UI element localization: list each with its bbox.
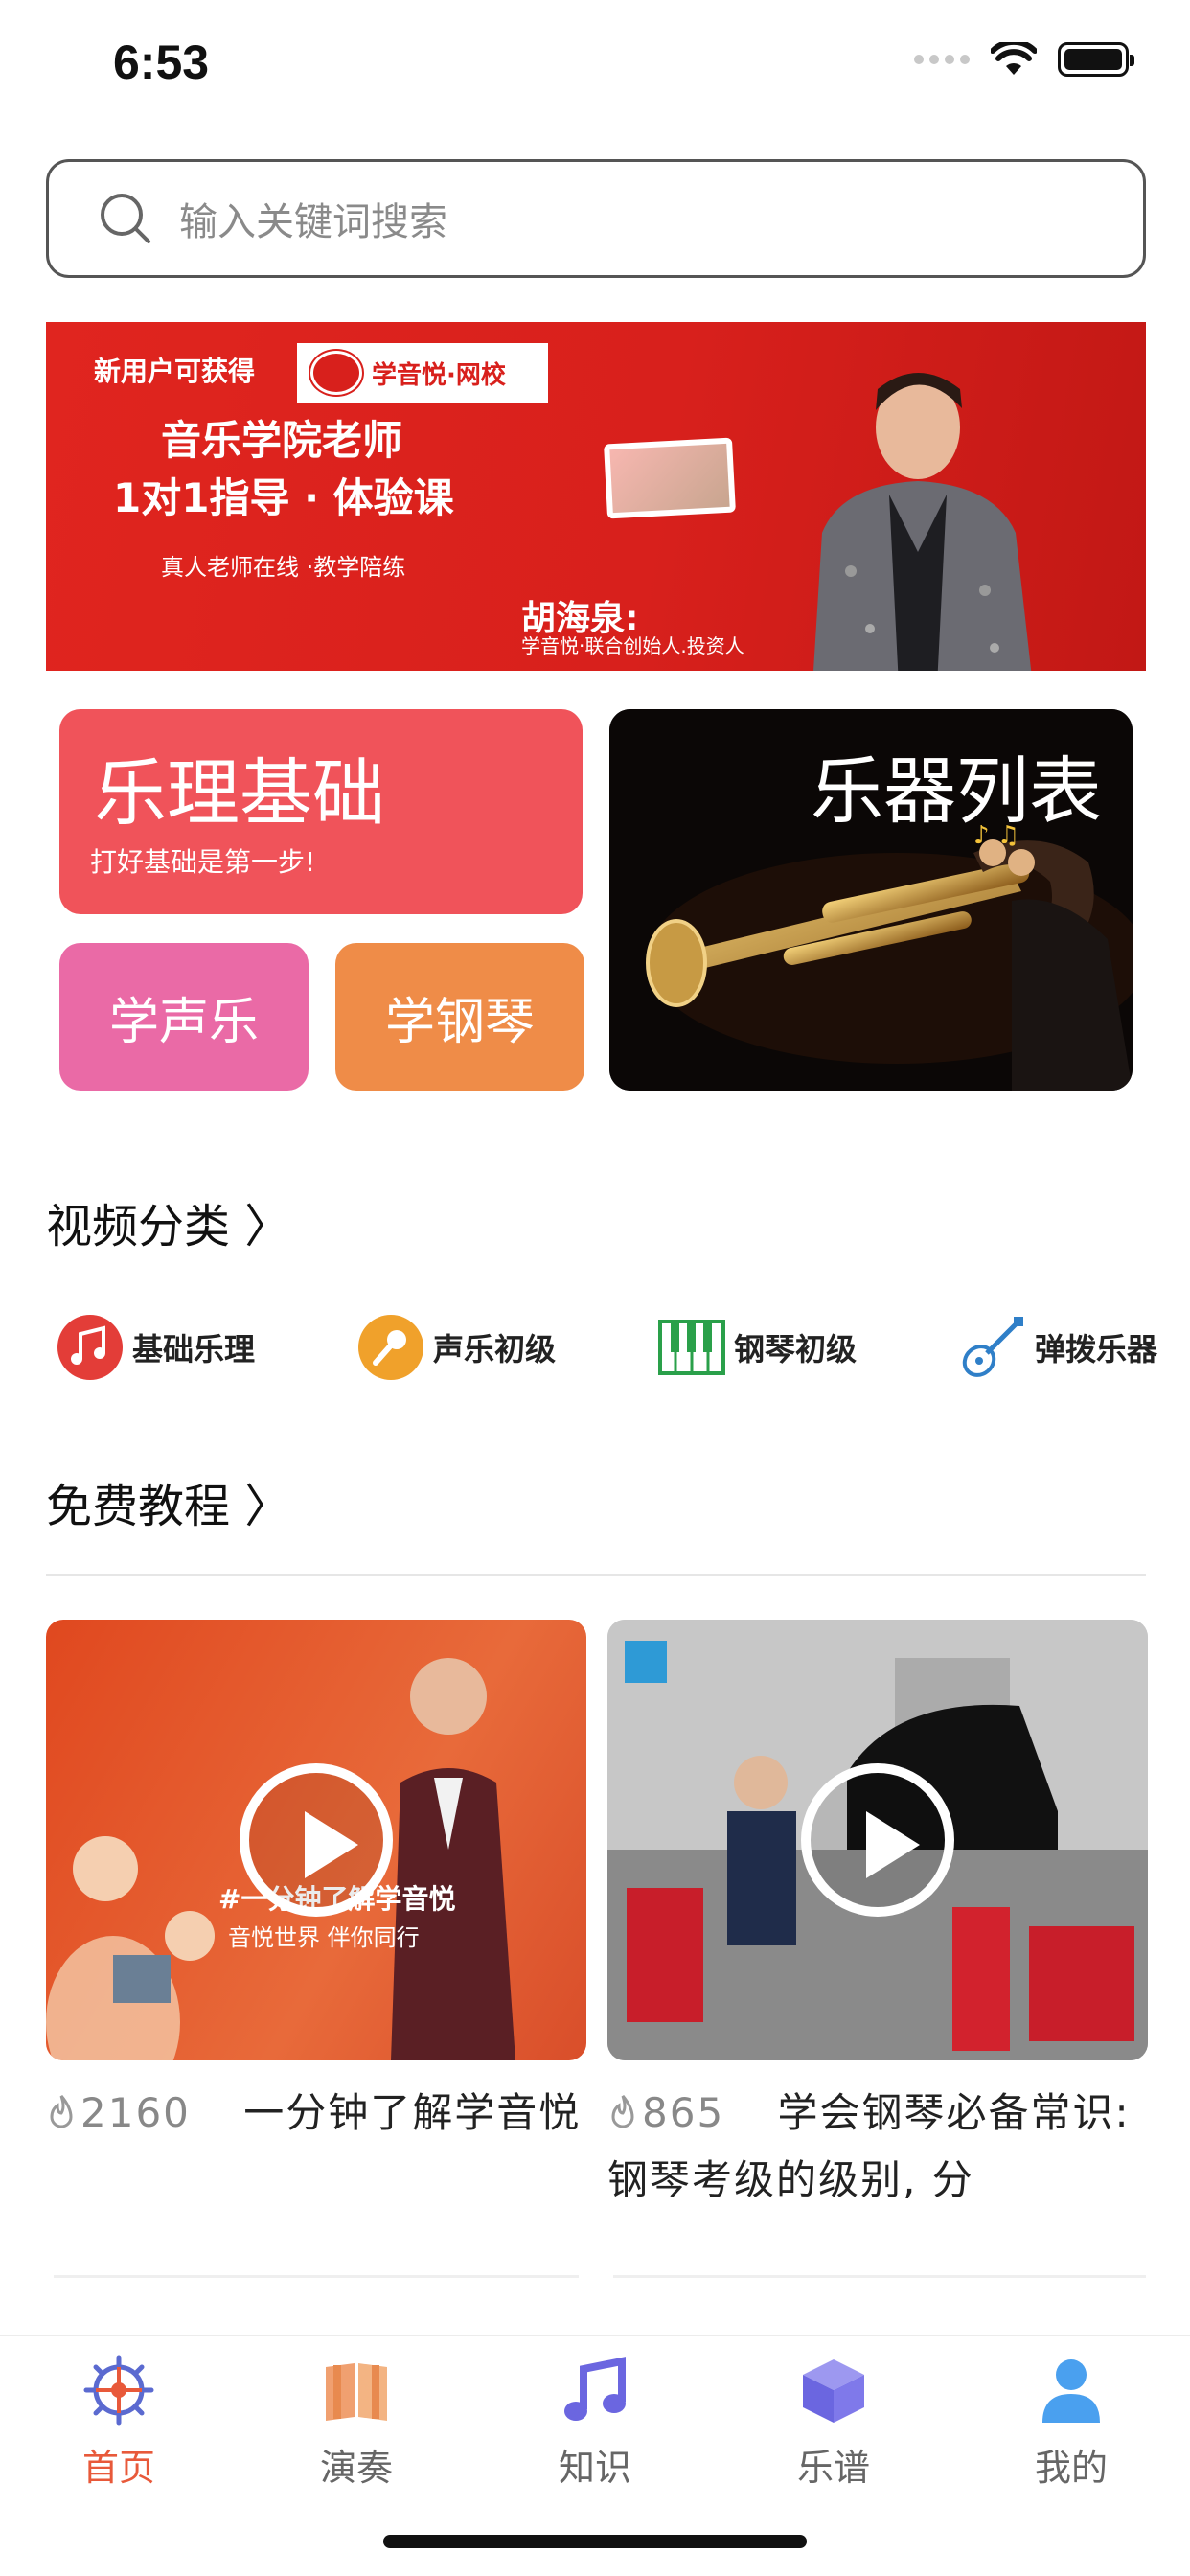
video-overlay-subtitle: 音悦世界 伴你同行	[228, 1924, 420, 1951]
brand-logo-icon	[310, 351, 362, 395]
cellular-signal-icon	[914, 55, 970, 64]
video-card[interactable]: 865 学会钢琴必备常识: 钢琴考级的级别, 分	[607, 1620, 1148, 2214]
tab-label: 乐谱	[796, 2447, 870, 2489]
instrument-list-title: 乐器列表	[811, 748, 1102, 834]
piano-keys-icon	[657, 1320, 725, 1375]
video-thumbnail[interactable]	[607, 1620, 1148, 2060]
theory-basics-title: 乐理基础	[94, 750, 385, 836]
cube-icon	[803, 2359, 864, 2423]
learn-piano-label: 学钢琴	[384, 993, 535, 1051]
music-note-icon	[57, 1315, 123, 1380]
status-icons	[914, 42, 1134, 77]
video-meta: 865 学会钢琴必备常识: 钢琴考级的级别, 分	[607, 2080, 1148, 2214]
status-bar: 6:53	[0, 0, 1190, 134]
tab-knowledge[interactable]: 知识	[518, 2354, 672, 2491]
video-thumbnail[interactable]: #一分钟了解学音悦 音悦世界 伴你同行	[46, 1620, 586, 2060]
banner-headline-1: 音乐学院老师	[161, 417, 403, 464]
video-likes: 865	[607, 2089, 740, 2136]
video-likes-count: 865	[642, 2089, 725, 2136]
search-icon	[101, 194, 150, 243]
tab-perform[interactable]: 演奏	[280, 2354, 433, 2491]
brand-logo-text: 学音悦·网校	[372, 360, 506, 390]
tab-label: 知识	[558, 2447, 631, 2489]
video-meta: 2160 一分钟了解学音悦	[46, 2080, 586, 2147]
brand-logo: 学音悦·网校	[297, 343, 548, 402]
category-piano-beginner[interactable]: 钢琴初级	[657, 1319, 857, 1376]
banner-subtext: 真人老师在线 ·教学陪练	[161, 554, 406, 581]
learn-piano-card[interactable]: 学钢琴	[335, 943, 584, 1091]
video-likes: 2160	[46, 2089, 205, 2136]
tab-home[interactable]: 首页	[42, 2354, 195, 2491]
search-placeholder: 输入关键词搜索	[179, 200, 447, 244]
microphone-icon	[357, 1315, 423, 1380]
play-button[interactable]	[801, 1763, 954, 1917]
battery-icon	[1058, 42, 1134, 77]
section-divider	[46, 1574, 1146, 1576]
flame-icon	[50, 2095, 73, 2128]
guitar-icon	[962, 1317, 1023, 1377]
category-label: 钢琴初级	[733, 1331, 857, 1368]
free-tutorials-header[interactable]: 免费教程 〉	[46, 1468, 290, 1535]
promo-banner[interactable]: 新用户可获得 学音悦·网校 音乐学院老师 1对1指导 · 体验课 真人老师在线 …	[46, 322, 1146, 671]
home-wheel-icon	[83, 2355, 154, 2426]
tab-profile[interactable]: 我的	[995, 2354, 1148, 2491]
play-button[interactable]	[240, 1763, 393, 1917]
video-likes-count: 2160	[80, 2089, 191, 2136]
banner-person-image	[813, 373, 1032, 671]
theory-basics-subtitle: 打好基础是第一步!	[90, 846, 316, 878]
home-indicator[interactable]	[383, 2535, 807, 2548]
wifi-icon	[991, 42, 1037, 75]
status-time: 6:53	[113, 35, 210, 89]
list-divider	[54, 2275, 579, 2278]
category-plucked-instruments[interactable]: 弹拨乐器	[958, 1313, 1157, 1382]
learn-vocal-card[interactable]: 学声乐	[59, 943, 309, 1091]
video-card[interactable]: #一分钟了解学音悦 音悦世界 伴你同行 2160 一分钟了解学音悦	[46, 1620, 586, 2147]
tab-sheet-music[interactable]: 乐谱	[757, 2354, 910, 2491]
search-input[interactable]: 输入关键词搜索	[46, 159, 1146, 278]
category-basic-theory[interactable]: 基础乐理	[56, 1313, 255, 1382]
category-label: 声乐初级	[432, 1331, 556, 1368]
tab-label: 演奏	[319, 2447, 393, 2489]
instrument-list-card[interactable]: ♪ ♫ 乐器列表	[609, 709, 1133, 1091]
banner-tablet-image	[604, 437, 736, 519]
category-label: 基础乐理	[132, 1331, 256, 1368]
category-row: 基础乐理 声乐初级 钢琴初级 弹拨乐器	[56, 1313, 1157, 1382]
category-vocal-beginner[interactable]: 声乐初级	[356, 1313, 556, 1382]
video-title: 一分钟了解学音悦	[243, 2089, 582, 2136]
list-divider	[613, 2275, 1146, 2278]
banner-person-role: 学音悦·联合创始人.投资人	[521, 634, 744, 657]
music-note-icon	[564, 2357, 626, 2421]
banner-new-user-text: 新用户可获得	[94, 356, 256, 387]
banner-headline-2: 1对1指导 · 体验课	[113, 474, 454, 521]
tab-label: 首页	[81, 2447, 155, 2489]
theory-basics-card[interactable]: 乐理基础 打好基础是第一步!	[59, 709, 583, 914]
tab-label: 我的	[1034, 2447, 1108, 2489]
category-label: 弹拨乐器	[1034, 1331, 1157, 1368]
learn-vocal-label: 学声乐	[108, 993, 259, 1051]
book-icon	[326, 2363, 387, 2421]
flame-icon	[611, 2095, 634, 2128]
video-categories-header[interactable]: 视频分类 〉	[46, 1188, 290, 1255]
user-icon	[1042, 2359, 1100, 2423]
